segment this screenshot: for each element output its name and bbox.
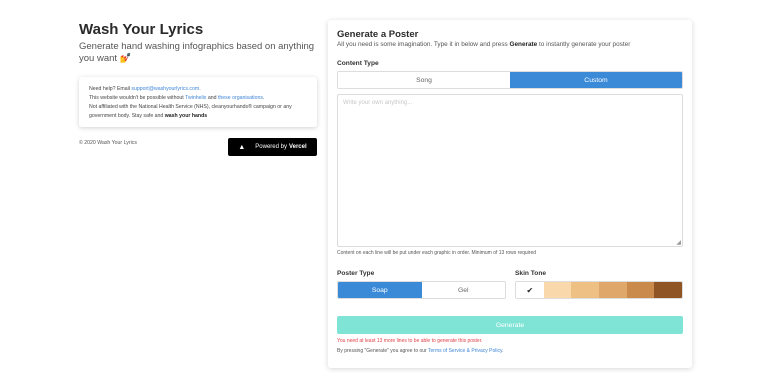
panel-description: All you need is some imagination. Type i…: [337, 41, 683, 48]
desc-suffix: to instantly generate your poster: [537, 41, 631, 48]
help-suffix: .: [199, 86, 201, 92]
poster-type-selector: Soap Gel: [337, 281, 506, 299]
poster-type-label: Poster Type: [337, 270, 375, 277]
content-type-custom[interactable]: Custom: [510, 72, 682, 88]
tos-prefix: By pressing "Generate" you agree to our: [337, 348, 429, 354]
skin-tone-swatch-0[interactable]: ✔: [516, 282, 544, 298]
disclaimer: Not affiliated with the National Health …: [89, 103, 307, 121]
thanks-line: This website wouldn't be possible withou…: [89, 94, 307, 103]
content-type-label: Content Type: [337, 60, 379, 67]
content-type-selector: Song Custom: [337, 71, 683, 89]
panel-title: Generate a Poster: [337, 29, 419, 40]
poster-type-group: Poster Type Soap Gel: [337, 270, 506, 299]
thanks-prefix: This website wouldn't be possible withou…: [89, 95, 186, 101]
skin-tone-swatch-4[interactable]: [626, 282, 655, 298]
skin-tone-selector: ✔: [515, 281, 683, 299]
textarea-hint: Content on each line will be put under e…: [337, 250, 536, 256]
vercel-bold: Vercel: [288, 144, 307, 150]
organisations-link[interactable]: these organisations: [218, 95, 263, 101]
skin-tone-group: Skin Tone ✔: [515, 270, 683, 299]
textarea-placeholder: Write your own anything...: [343, 100, 413, 106]
generator-panel: Generate a Poster All you need is some i…: [328, 20, 692, 368]
skin-tone-swatch-2[interactable]: [571, 282, 600, 298]
tos-link[interactable]: Terms of Service & Privacy Policy: [428, 348, 502, 354]
checkmark-icon: ✔: [526, 285, 534, 295]
support-email-link[interactable]: support@washyourlyrics.com: [131, 86, 199, 92]
poster-type-gel[interactable]: Gel: [422, 282, 506, 298]
lyrics-textarea[interactable]: Write your own anything... ◢: [337, 94, 683, 247]
sidebar-footer: © 2020 Wash Your Lyrics ▲ Powered by Ver…: [79, 138, 317, 158]
powered-by-vercel-button[interactable]: ▲ Powered by Vercel: [228, 138, 317, 156]
vercel-logo-icon: ▲: [238, 143, 246, 151]
copyright: © 2020 Wash Your Lyrics: [79, 140, 137, 146]
skin-tone-swatch-3[interactable]: [599, 282, 627, 298]
tos-suffix: .: [502, 348, 504, 354]
tos-notice: By pressing "Generate" you agree to our …: [337, 348, 683, 354]
app-title: Wash Your Lyrics: [79, 21, 204, 38]
sidebar: Wash Your Lyrics Generate hand washing i…: [79, 22, 317, 158]
info-card: Need help? Email support@washyourlyrics.…: [79, 77, 317, 127]
help-prefix: Need help? Email: [89, 86, 132, 92]
nail-polish-emoji-icon: 💅: [119, 53, 132, 64]
app-subtitle: Generate hand washing infographics based…: [79, 41, 317, 65]
vercel-prefix: Powered by: [255, 144, 287, 150]
thanks-suffix: .: [262, 95, 265, 101]
app-subtitle-text: Generate hand washing infographics based…: [79, 41, 315, 64]
generate-button[interactable]: Generate: [337, 316, 683, 334]
desc-prefix: All you need is some imagination. Type i…: [337, 41, 510, 48]
thanks-mid: and: [206, 95, 218, 101]
twinhelix-link[interactable]: Twinhelix: [185, 95, 206, 101]
options-row: Poster Type Soap Gel Skin Tone ✔: [337, 270, 683, 299]
skin-tone-swatch-5[interactable]: [654, 282, 682, 298]
error-message: You need at least 13 more lines to be ab…: [337, 338, 483, 344]
disclaimer-bold: wash your hands: [164, 113, 208, 119]
help-line: Need help? Email support@washyourlyrics.…: [89, 85, 307, 94]
content-type-song[interactable]: Song: [338, 72, 510, 88]
poster-type-soap[interactable]: Soap: [338, 282, 422, 298]
resize-handle-icon[interactable]: ◢: [676, 239, 681, 246]
desc-bold: Generate: [509, 41, 538, 48]
skin-tone-label: Skin Tone: [515, 270, 547, 277]
skin-tone-swatch-1[interactable]: [543, 282, 572, 298]
